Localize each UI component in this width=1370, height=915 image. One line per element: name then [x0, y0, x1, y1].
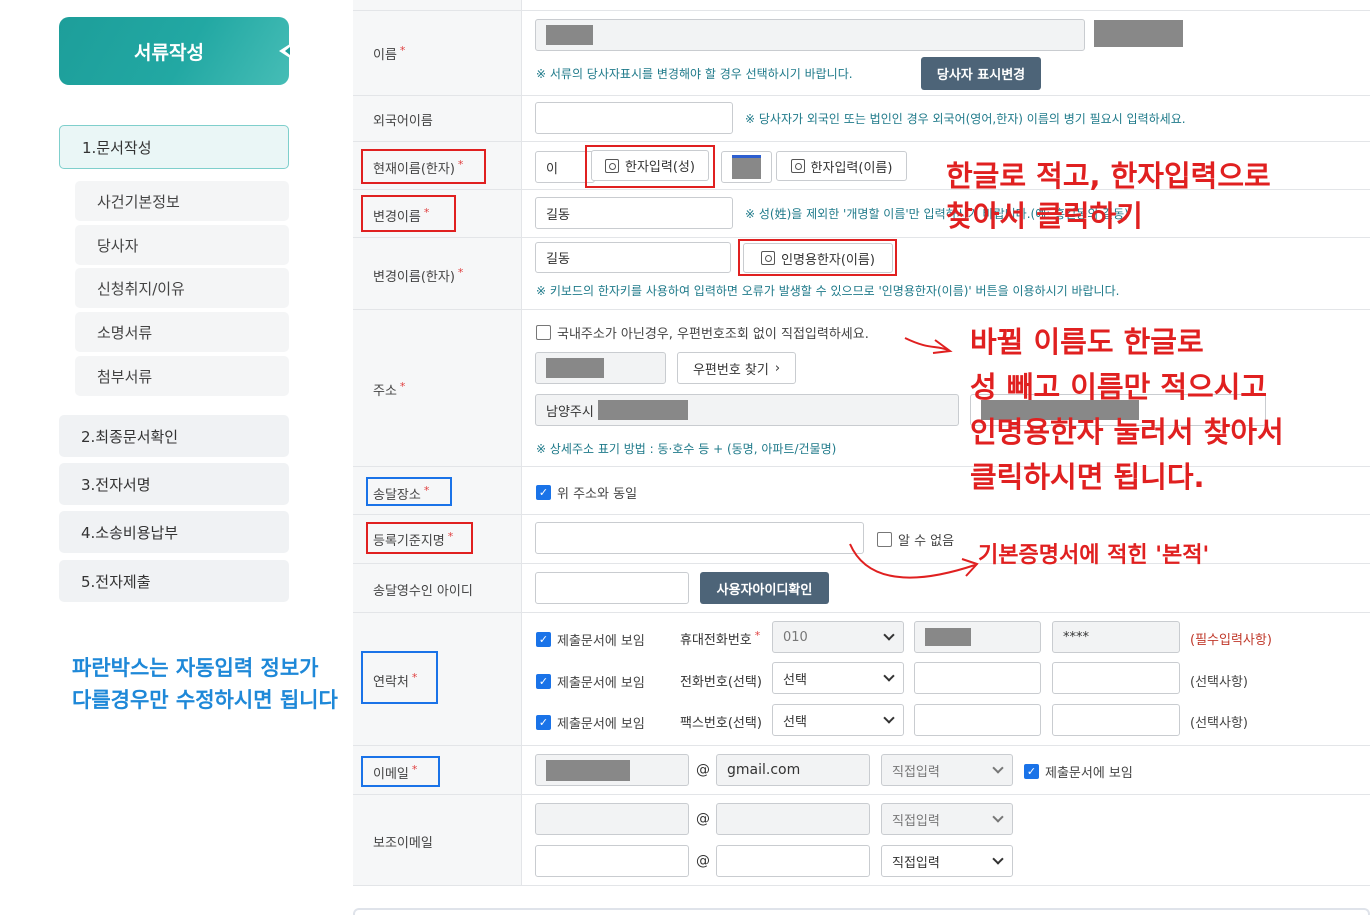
annotation-arrows	[849, 337, 979, 579]
arrow-to-registration	[849, 543, 976, 579]
